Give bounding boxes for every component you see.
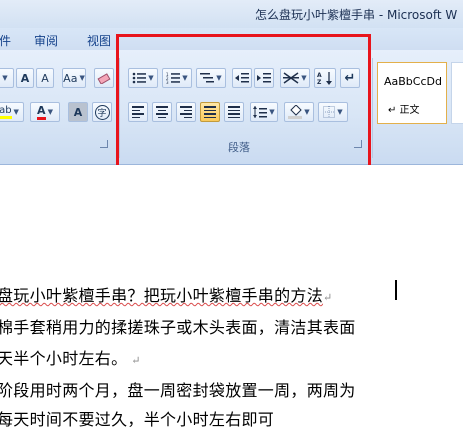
numbering-button[interactable]: 1 2 3 ▼	[162, 68, 192, 88]
distributed-align-button[interactable]	[224, 102, 244, 122]
sort-button[interactable]: A Z	[314, 68, 336, 88]
document-line: 每天时间不要过久，半个小时左右即可	[0, 410, 275, 429]
change-case-button[interactable]: Aa ▼	[62, 68, 86, 88]
title-bar: 怎么盘玩小叶紫檀手串 - Microsoft W	[0, 0, 463, 28]
style-normal[interactable]: AaBbCcDd ↵ 正文	[377, 62, 447, 124]
increase-indent-icon	[257, 73, 271, 83]
align-center-button[interactable]	[152, 102, 172, 122]
group-separator	[372, 58, 373, 158]
style-sample-text: AaBbCcDd	[384, 75, 442, 88]
enclose-character-button[interactable]: 字	[92, 102, 112, 122]
clear-formatting-button[interactable]	[94, 68, 114, 88]
chinese-layout-icon	[283, 72, 300, 84]
align-center-icon	[156, 106, 168, 118]
justify-button[interactable]	[200, 102, 220, 122]
document-line: 棉手套稍用力的揉搓珠子或木头表面，清洁其表面	[0, 318, 356, 337]
document-line: 天半个小时左右。 ↵	[0, 349, 141, 368]
ruler	[0, 165, 463, 179]
align-left-icon	[132, 106, 144, 118]
align-right-icon	[180, 106, 192, 118]
text-highlight-button[interactable]: ab ▼	[0, 102, 24, 122]
paragraph-mark-icon: ↵	[344, 70, 356, 86]
multilevel-list-button[interactable]: ▼	[196, 68, 226, 88]
bullets-button[interactable]: ▼	[128, 68, 158, 88]
svg-text:Z: Z	[317, 79, 322, 85]
bullet-list-icon	[132, 72, 147, 84]
group-separator	[119, 58, 120, 158]
svg-text:3: 3	[166, 80, 169, 84]
paint-bucket-icon	[288, 105, 303, 119]
numbered-list-icon: 1 2 3	[166, 72, 181, 84]
style-next[interactable]	[451, 62, 463, 124]
document-line: 阶段用时两个月，盘一周密封袋放置一周，两周为	[0, 381, 356, 400]
shrink-font-button[interactable]: A	[36, 68, 54, 88]
paragraph-dialog-launcher[interactable]	[354, 140, 362, 148]
decrease-indent-icon	[235, 73, 249, 83]
tab-view[interactable]: 视图	[87, 32, 111, 49]
show-formatting-marks-button[interactable]: ↵	[340, 68, 360, 88]
font-dialog-launcher[interactable]	[100, 140, 108, 148]
style-name: ↵ 正文	[388, 105, 420, 116]
grow-font-button[interactable]: A	[16, 68, 34, 88]
window-title: 怎么盘玩小叶紫檀手串 - Microsoft W	[255, 8, 458, 22]
character-shading-button[interactable]: A	[68, 102, 88, 122]
tab-file[interactable]: 件	[0, 32, 11, 49]
shading-button[interactable]: ▼	[284, 102, 314, 122]
ribbon-tab-row: 件 审阅 视图	[0, 28, 463, 50]
chinese-layout-button[interactable]: ▼	[280, 68, 310, 88]
multilevel-list-icon	[200, 73, 215, 83]
font-size-dropdown[interactable]: ▼	[0, 68, 14, 88]
line-spacing-button[interactable]: ▼	[250, 102, 278, 122]
sort-az-icon: A Z	[317, 72, 332, 85]
decrease-indent-button[interactable]	[232, 68, 252, 88]
paragraph-group-label: 段落	[228, 141, 250, 154]
eraser-icon	[97, 73, 111, 84]
align-right-button[interactable]	[176, 102, 196, 122]
distributed-align-icon	[228, 106, 240, 118]
document-line: 盘玩小叶紫檀手串？把玩小叶紫檀手串的方法↵	[0, 286, 333, 305]
font-color-button[interactable]: A ▼	[30, 102, 60, 122]
borders-button[interactable]: ▼	[318, 102, 348, 122]
line-spacing-icon	[253, 106, 268, 118]
tab-review[interactable]: 审阅	[34, 32, 58, 49]
increase-indent-button[interactable]	[254, 68, 274, 88]
border-icon	[323, 106, 336, 118]
text-cursor	[395, 280, 397, 300]
align-left-button[interactable]	[128, 102, 148, 122]
svg-text:A: A	[317, 72, 322, 79]
justify-icon	[204, 106, 216, 118]
